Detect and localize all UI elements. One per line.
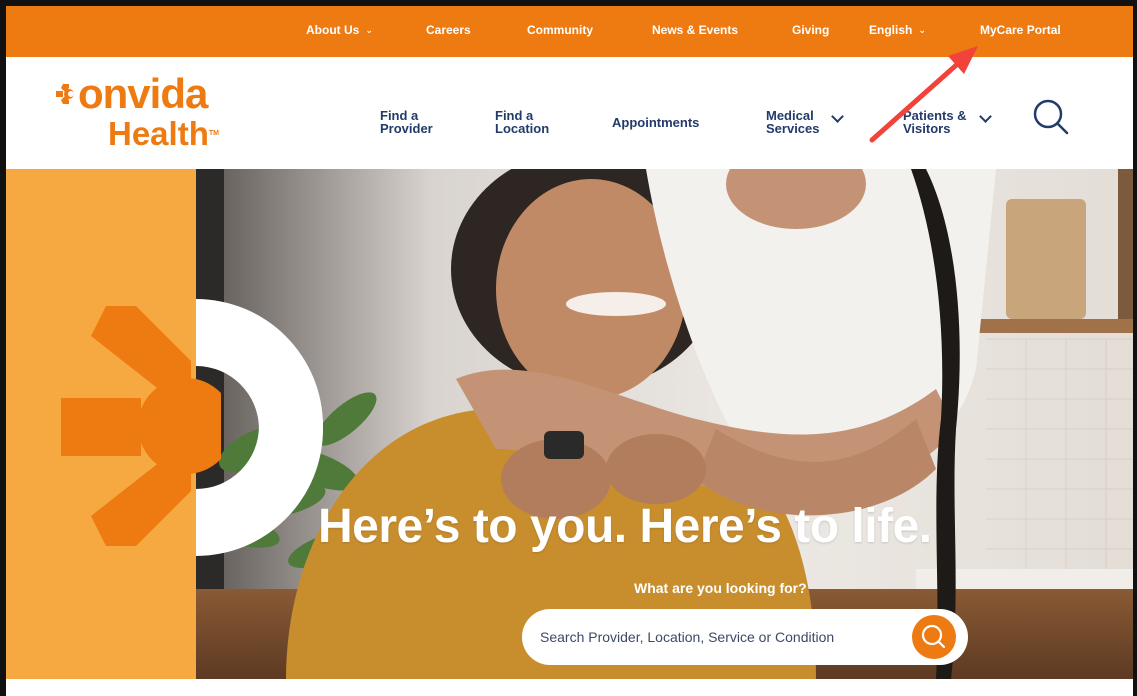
hero-photo-two-women-hugging xyxy=(196,169,1133,679)
topbar-language[interactable]: English ⌄ xyxy=(869,23,926,37)
decorative-ring-graphic xyxy=(196,302,323,556)
search-icon[interactable] xyxy=(1031,97,1071,137)
utility-bar: About Us ⌄ Careers Community News & Event… xyxy=(6,6,1133,57)
search-prompt: What are you looking for? xyxy=(634,580,807,596)
search-submit-button[interactable] xyxy=(912,615,956,659)
chevron-down-icon: ⌄ xyxy=(918,25,926,35)
nav-patients-visitors[interactable]: Patients & Visitors xyxy=(903,109,983,135)
nav-find-location[interactable]: Find a Location xyxy=(495,109,565,135)
topbar-community[interactable]: Community xyxy=(527,23,593,37)
page-content-start xyxy=(6,679,1133,696)
topbar-mycare-portal[interactable]: MyCare Portal xyxy=(980,23,1061,37)
onvida-health-logo[interactable]: onvida HealthTM xyxy=(56,73,246,153)
hero-headline: Here’s to you. Here’s to life. xyxy=(318,500,932,553)
topbar-giving[interactable]: Giving xyxy=(792,23,829,37)
nav-appointments[interactable]: Appointments xyxy=(612,116,699,129)
hero-search-bar xyxy=(522,609,968,665)
hero-banner: Here’s to you. Here’s to life. What are … xyxy=(6,169,1133,679)
nav-medical-services[interactable]: Medical Services xyxy=(766,109,836,135)
logo-wordmark-top: onvida xyxy=(78,70,208,117)
topbar-careers[interactable]: Careers xyxy=(426,23,471,37)
browser-frame: About Us ⌄ Careers Community News & Event… xyxy=(0,0,1137,696)
main-header: onvida HealthTM Find a Provider Find a Loc… xyxy=(6,57,1133,169)
search-icon xyxy=(921,624,946,649)
topbar-news-events[interactable]: News & Events xyxy=(652,23,738,37)
topbar-about-us[interactable]: About Us ⌄ xyxy=(306,23,373,37)
nav-find-provider[interactable]: Find a Provider xyxy=(380,109,450,135)
chevron-down-icon: ⌄ xyxy=(365,25,373,35)
sun-burst-icon xyxy=(56,84,74,104)
search-input[interactable] xyxy=(540,623,900,651)
logo-wordmark-bottom: HealthTM xyxy=(108,115,219,152)
